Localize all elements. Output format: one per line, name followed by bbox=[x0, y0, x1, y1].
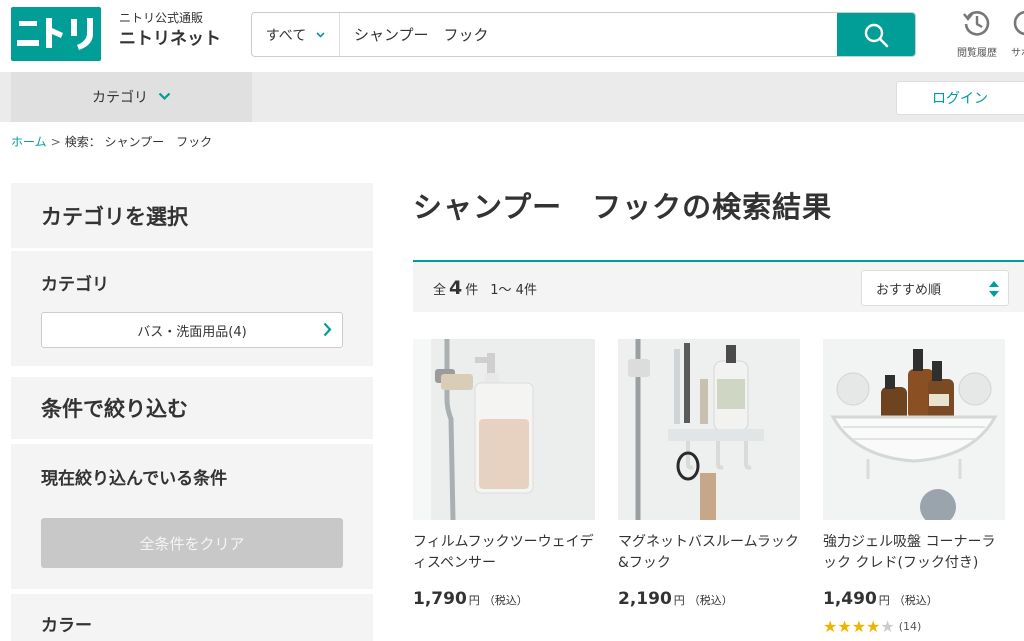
star-icon: ★ bbox=[851, 617, 867, 636]
brand-subtitle: ニトリ公式通販 bbox=[119, 11, 204, 25]
result-range: 1～ 4件 bbox=[490, 283, 537, 298]
product-card[interactable]: フィルムフックツーウェイディスペンサー 1,790 円（税込） bbox=[413, 339, 595, 609]
price-currency: 円 bbox=[468, 594, 480, 607]
result-count: 全 4 件 1～ 4件 bbox=[433, 277, 537, 299]
result-total: 4 bbox=[449, 277, 463, 299]
product-rating: ★★★★★ (14) bbox=[823, 617, 921, 636]
breadcrumb: ホーム > 検索： シャンプー フック bbox=[11, 133, 212, 150]
price-tax-note: （税込） bbox=[893, 594, 938, 607]
nav-bar: カテゴリ ログイン bbox=[0, 72, 1024, 122]
product-image[interactable] bbox=[413, 339, 595, 520]
filter-panel: 条件で絞り込む bbox=[11, 377, 373, 439]
product-name[interactable]: マグネットバスルームラック&フック bbox=[618, 532, 800, 574]
history-clock-icon bbox=[963, 11, 990, 36]
support-label: サポ bbox=[1011, 48, 1024, 59]
product-price: 2,190 円（税込） bbox=[618, 589, 733, 609]
product-card[interactable]: 強力ジェル吸盤 コーナーラック クレド(フック付き) 1,490 円（税込） ★★… bbox=[823, 339, 1005, 636]
search-icon bbox=[864, 23, 889, 47]
brand-title: ニトリネット bbox=[119, 29, 221, 49]
sort-updown-icon bbox=[988, 279, 1000, 303]
search-scope-select[interactable]: すべて bbox=[252, 13, 340, 56]
chevron-right-icon bbox=[323, 322, 332, 341]
category-menu-button[interactable]: カテゴリ bbox=[11, 72, 252, 122]
brand-name[interactable]: ニトリ公式通販 ニトリネット bbox=[119, 10, 221, 52]
breadcrumb-current: 検索： シャンプー フック bbox=[64, 135, 213, 149]
login-button[interactable]: ログイン bbox=[896, 81, 1024, 115]
price-amount: 2,190 bbox=[618, 589, 672, 609]
product-image[interactable] bbox=[618, 339, 800, 520]
support-link[interactable]: サポ bbox=[1011, 8, 1024, 59]
current-conditions-panel: 現在絞り込んでいる条件 全条件をクリア bbox=[11, 444, 373, 589]
search-button[interactable] bbox=[837, 13, 915, 56]
price-currency: 円 bbox=[673, 594, 685, 607]
star-icon: ★ bbox=[866, 617, 881, 636]
dispenser-product-image bbox=[413, 339, 595, 520]
result-total-prefix: 全 bbox=[433, 283, 447, 298]
clear-all-button[interactable]: 全条件をクリア bbox=[41, 518, 343, 568]
corner-rack-product-image bbox=[823, 339, 1005, 520]
category-item-label: バス・洗面用品(4) bbox=[137, 324, 247, 340]
history-label: 閲覧履歴 bbox=[957, 48, 997, 59]
site-header: ニトリ公式通販 ニトリネット すべて 閲覧履歴 サポ bbox=[0, 0, 1024, 72]
logo-mark-icon bbox=[17, 18, 93, 50]
star-empty-icon: ★ bbox=[880, 617, 895, 636]
category-select-panel: カテゴリを選択 bbox=[11, 183, 373, 248]
price-amount: 1,790 bbox=[413, 589, 467, 609]
review-count[interactable]: (14) bbox=[899, 620, 922, 633]
category-menu-label: カテゴリ bbox=[92, 90, 148, 106]
support-icon bbox=[1013, 10, 1024, 36]
sort-select[interactable]: おすすめ順 bbox=[861, 270, 1009, 306]
price-currency: 円 bbox=[878, 594, 890, 607]
star-icon: ★ bbox=[823, 617, 838, 636]
nitori-logo[interactable] bbox=[11, 7, 101, 61]
product-image[interactable] bbox=[823, 339, 1005, 520]
category-heading: カテゴリ bbox=[41, 275, 109, 295]
current-conditions-heading: 現在絞り込んでいる条件 bbox=[41, 469, 228, 489]
search-scope-label: すべて bbox=[265, 27, 307, 44]
history-link[interactable]: 閲覧履歴 bbox=[955, 8, 999, 59]
product-card[interactable]: マグネットバスルームラック&フック 2,190 円（税込） bbox=[618, 339, 800, 609]
page-title: シャンプー フックの検索結果 bbox=[413, 190, 833, 224]
breadcrumb-separator: > bbox=[50, 135, 61, 149]
sort-label: おすすめ順 bbox=[876, 282, 942, 298]
product-name[interactable]: フィルムフックツーウェイディスペンサー bbox=[413, 532, 595, 574]
star-icon: ★ bbox=[837, 617, 852, 636]
chevron-down-icon bbox=[316, 28, 325, 41]
category-item-bath[interactable]: バス・洗面用品(4) bbox=[41, 312, 343, 348]
result-bar: 全 4 件 1～ 4件 おすすめ順 bbox=[413, 260, 1024, 312]
category-panel: カテゴリ バス・洗面用品(4) bbox=[11, 251, 373, 366]
search-input[interactable] bbox=[354, 22, 824, 47]
bathroom-rack-product-image bbox=[618, 339, 800, 520]
price-tax-note: （税込） bbox=[688, 594, 733, 607]
product-price: 1,790 円（税込） bbox=[413, 589, 528, 609]
category-select-title: カテゴリを選択 bbox=[41, 205, 188, 229]
filter-title: 条件で絞り込む bbox=[41, 397, 188, 421]
search-bar: すべて bbox=[251, 12, 916, 57]
product-name[interactable]: 強力ジェル吸盤 コーナーラック クレド(フック付き) bbox=[823, 532, 1005, 574]
price-tax-note: （税込） bbox=[483, 594, 528, 607]
chevron-down-icon bbox=[158, 89, 171, 105]
result-total-suffix: 件 bbox=[465, 283, 479, 298]
color-heading: カラー bbox=[41, 616, 92, 636]
color-panel: カラー bbox=[11, 594, 373, 641]
breadcrumb-home-link[interactable]: ホーム bbox=[11, 135, 47, 149]
product-price: 1,490 円（税込） bbox=[823, 589, 938, 609]
price-amount: 1,490 bbox=[823, 589, 877, 609]
